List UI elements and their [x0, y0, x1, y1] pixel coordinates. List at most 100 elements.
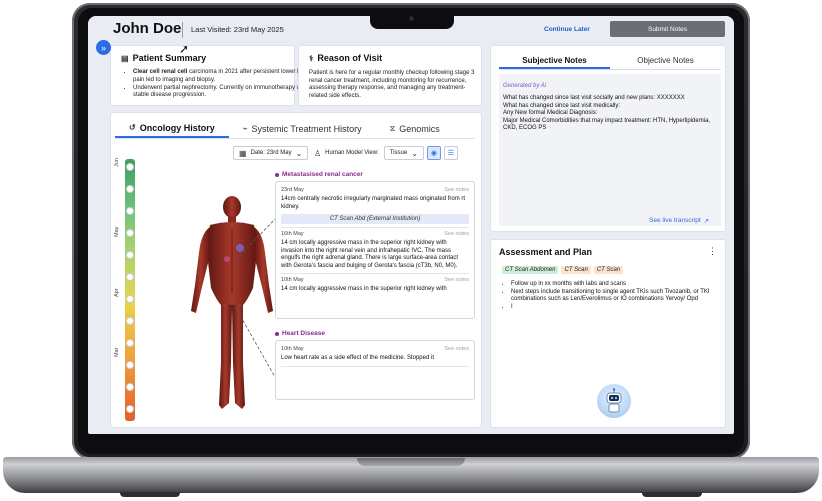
assessment-tag[interactable]: CT Scan Abdomen: [502, 266, 559, 274]
patient-summary-list: Clear cell renal cell carcinoma in 2021 …: [133, 69, 313, 100]
event-date: 10th May: [281, 346, 304, 352]
model-view-label-box: ♙ Human Model View:: [312, 146, 381, 160]
condition-title: Metastasised renal cancer: [275, 171, 475, 178]
timeline-point[interactable]: [126, 207, 134, 215]
timeline-point[interactable]: [126, 229, 134, 237]
filter-controls: ▦ Date: 23rd May ⌄: [233, 146, 309, 160]
timeline-point[interactable]: [126, 273, 134, 281]
condition-dot-icon: [275, 331, 279, 336]
see-notes-link[interactable]: See notes: [444, 346, 469, 352]
app-screen: John Doe Last Visited: 23rd May 2025 Con…: [88, 16, 734, 434]
laptop-mockup: John Doe Last Visited: 23rd May 2025 Con…: [0, 0, 822, 501]
timeline-point[interactable]: [126, 339, 134, 347]
notes-card: Subjective Notes Objective Notes Generat…: [490, 45, 726, 232]
event-separator: [281, 273, 469, 274]
event-tag[interactable]: CT Scan Abd (External Institution): [281, 214, 469, 224]
model-view-value: Tissue: [389, 150, 408, 156]
chevron-down-icon: ⌄: [411, 148, 418, 158]
submit-notes-button[interactable]: Submit Notes: [610, 21, 725, 37]
tab-label: Systemic Treatment History: [251, 123, 362, 134]
plan-item: I: [511, 304, 721, 312]
patient-name: John Doe: [113, 20, 182, 37]
generated-by-ai-label: Generated by Ai: [503, 83, 547, 89]
mouse-pointer-icon: ➚: [179, 42, 190, 56]
timeline-point[interactable]: [126, 185, 134, 193]
condition-events-box[interactable]: 10th May See notes Low heart rate as a s…: [275, 340, 475, 400]
kidney-marker[interactable]: [224, 256, 230, 262]
model-view-label: Human Model View:: [325, 150, 379, 156]
reason-of-visit-title: ⚕ Reason of Visit: [309, 53, 382, 63]
timeline-point[interactable]: [126, 295, 134, 303]
tab-label: Genomics: [399, 123, 440, 134]
timeline-point[interactable]: [126, 317, 134, 325]
assessment-plan-title: Assessment and Plan: [499, 247, 593, 257]
tab-subjective-notes[interactable]: Subjective Notes: [499, 52, 610, 69]
assessment-tags: CT Scan Abdomen CT Scan CT Scan: [502, 266, 624, 274]
summary-item: Underwent partial nephrectomy. Currently…: [133, 85, 313, 100]
assessment-tag[interactable]: CT Scan: [593, 266, 624, 274]
event-text: 14 cm locally aggressive mass in the sup…: [281, 240, 458, 269]
tab-label: Oncology History: [139, 122, 215, 133]
timeline-point[interactable]: [126, 251, 134, 259]
last-visited: Last Visited: 23rd May 2025: [191, 25, 284, 34]
tab-objective-notes[interactable]: Objective Notes: [610, 52, 721, 69]
see-notes-link[interactable]: See notes: [444, 231, 469, 237]
divider: [182, 22, 183, 38]
date-filter-select[interactable]: ▦ Date: 23rd May ⌄: [233, 146, 309, 160]
history-tabs: ↺ Oncology History ⌁ Systemic Treatment …: [115, 119, 475, 139]
timeline-point[interactable]: [126, 383, 134, 391]
see-live-transcript-link[interactable]: See live transcript ↗: [649, 217, 709, 225]
event-header: 10th May See notes: [281, 346, 469, 352]
timeline-month-label: Mar: [114, 347, 120, 357]
condition-label: Heart Disease: [282, 330, 325, 337]
events-column: Metastasised renal cancer 23rd May See n…: [275, 171, 475, 400]
tab-genomics[interactable]: ⧖ Genomics: [376, 119, 454, 138]
event-header: 10th May See notes: [281, 277, 469, 283]
model-view-select[interactable]: Tissue ⌄: [383, 146, 424, 160]
timeline-point[interactable]: [126, 405, 134, 413]
expand-sidebar-icon[interactable]: »: [96, 40, 111, 55]
body-view-button[interactable]: ◉: [426, 146, 441, 160]
timeline-point[interactable]: [126, 361, 134, 369]
reason-of-visit-label: Reason of Visit: [317, 53, 383, 63]
event-date: 23rd May: [281, 187, 304, 193]
person-icon: ♙: [314, 148, 322, 158]
stethoscope-icon: ⚕: [309, 53, 314, 63]
camera-icon: [409, 16, 414, 21]
event-header: 23rd May See notes: [281, 187, 469, 193]
laptop-foot-right: [642, 492, 702, 497]
condition-events-box[interactable]: 23rd May See notes 14cm centrally necrot…: [275, 181, 475, 319]
tab-systemic-treatment-history[interactable]: ⌁ Systemic Treatment History: [229, 119, 376, 138]
event-text: 14 cm locally aggressive mass in the sup…: [281, 286, 447, 292]
see-notes-link[interactable]: See notes: [444, 277, 469, 283]
event-separator: [281, 365, 469, 367]
laptop-foot-left: [120, 492, 180, 497]
robot-icon: [606, 388, 622, 413]
notes-tabs: Subjective Notes Objective Notes: [499, 52, 721, 70]
ai-assistant-robot-icon[interactable]: [597, 384, 631, 418]
more-options-icon[interactable]: ⋮: [708, 246, 717, 257]
event-header: 16th May See notes: [281, 231, 469, 237]
summary-item-bold: Clear cell renal cell: [133, 69, 188, 75]
continue-later-link[interactable]: Continue Later: [544, 26, 590, 33]
reason-of-visit-text: Patient is here for a regular monthly ch…: [309, 70, 475, 99]
assessment-plan-list[interactable]: Follow up in xx months with labs and sca…: [511, 281, 721, 311]
assessment-tag[interactable]: CT Scan: [561, 266, 591, 274]
plan-item: Follow up in xx months with labs and sca…: [511, 281, 721, 289]
event-text: 14cm centrally necrotic irregularly marg…: [281, 196, 466, 210]
list-view-button[interactable]: ☰: [443, 146, 458, 160]
model-view-controls: ♙ Human Model View: Tissue ⌄ ◉ ☰: [312, 146, 458, 160]
event-date: 16th May: [281, 231, 304, 237]
tab-oncology-history[interactable]: ↺ Oncology History: [115, 119, 229, 138]
laptop-groove: [357, 458, 465, 466]
subjective-notes-text[interactable]: What has changed since last visit social…: [503, 95, 713, 133]
see-notes-link[interactable]: See notes: [444, 187, 469, 193]
timeline-month-label: Jun: [114, 158, 120, 167]
event-date: 10th May: [281, 277, 304, 283]
history-icon: ↺: [129, 123, 136, 132]
patient-summary-card: ▤ Patient Summary Clear cell renal cell …: [110, 45, 310, 106]
event-separator: [281, 227, 469, 228]
condition-title: Heart Disease: [275, 330, 475, 337]
dna-icon: ⧖: [389, 123, 396, 133]
timeline-point[interactable]: [126, 163, 134, 171]
